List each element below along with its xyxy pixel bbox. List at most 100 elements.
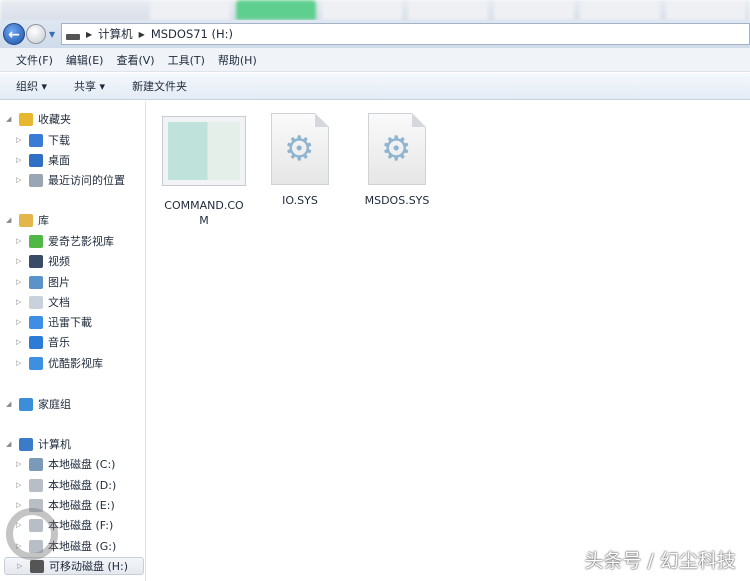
file-item[interactable]: ⚙ IO.SYS bbox=[252, 113, 348, 208]
expand-arrow-icon[interactable]: ▷ bbox=[16, 278, 24, 286]
sidebar-item-icon bbox=[29, 275, 43, 289]
recent-pages-dropdown-icon[interactable]: ▼ bbox=[49, 30, 55, 39]
sidebar-item-label: 优酷影视库 bbox=[48, 357, 103, 370]
expand-arrow-icon[interactable]: ▷ bbox=[16, 318, 24, 326]
expand-arrow-icon[interactable]: ▷ bbox=[16, 298, 24, 306]
menu-file[interactable]: 文件(F) bbox=[16, 52, 53, 68]
menu-bar: 文件(F) 编辑(E) 查看(V) 工具(T) 帮助(H) bbox=[0, 48, 750, 72]
file-name: MSDOS.SYS bbox=[364, 194, 430, 207]
sidebar-item-label: 本地磁盘 (D:) bbox=[48, 479, 117, 492]
sidebar-item[interactable]: ◢ 家庭组 bbox=[6, 395, 71, 413]
sidebar-item-icon bbox=[19, 213, 33, 227]
watermark-text: 头条号 / 幻尘科技 bbox=[584, 550, 736, 572]
sidebar-item-icon bbox=[30, 559, 44, 573]
sidebar-item-label: 迅雷下載 bbox=[48, 316, 92, 329]
sidebar-item-label: 视频 bbox=[48, 255, 70, 268]
expand-arrow-icon[interactable]: ▷ bbox=[16, 257, 24, 265]
breadcrumb-computer[interactable]: 计算机 bbox=[98, 26, 133, 42]
sidebar-item[interactable]: ▷ 文档 bbox=[16, 293, 70, 311]
command-bar: 组织 ▾ 共享 ▾ 新建文件夹 bbox=[0, 73, 750, 100]
drive-icon bbox=[66, 34, 80, 40]
sidebar-item[interactable]: ▷ 本地磁盘 (D:) bbox=[16, 476, 116, 494]
menu-view[interactable]: 查看(V) bbox=[116, 52, 154, 68]
sidebar-item-icon bbox=[29, 335, 43, 349]
sidebar-item-label: 爱奇艺影视库 bbox=[48, 235, 114, 248]
sidebar-item-label: 收藏夹 bbox=[38, 113, 71, 126]
sidebar-item-icon bbox=[29, 295, 43, 309]
sidebar-item[interactable]: ▷ 桌面 bbox=[16, 151, 70, 169]
sidebar-item-label: 最近访问的位置 bbox=[48, 174, 125, 187]
sidebar-item[interactable]: ▷ 优酷影视库 bbox=[16, 354, 103, 372]
expand-arrow-icon[interactable]: ▷ bbox=[16, 176, 24, 184]
sidebar-item[interactable]: ▷ 视频 bbox=[16, 252, 70, 270]
sidebar-item-label: 计算机 bbox=[38, 438, 71, 451]
sidebar-item-icon bbox=[29, 478, 43, 492]
expand-arrow-icon[interactable]: ◢ bbox=[6, 400, 14, 408]
expand-arrow-icon[interactable]: ▷ bbox=[16, 338, 24, 346]
sidebar-item-label: 本地磁盘 (C:) bbox=[48, 458, 116, 471]
sidebar-item-label: 库 bbox=[38, 214, 49, 227]
menu-tools[interactable]: 工具(T) bbox=[168, 52, 205, 68]
sidebar-item-label: 本地磁盘 (E:) bbox=[48, 499, 115, 512]
share-button[interactable]: 共享 ▾ bbox=[74, 78, 105, 94]
sidebar-item-icon bbox=[29, 153, 43, 167]
expand-arrow-icon[interactable]: ◢ bbox=[6, 440, 14, 448]
sidebar-item-icon bbox=[29, 356, 43, 370]
sidebar-item-label: 图片 bbox=[48, 276, 70, 289]
expand-arrow-icon[interactable]: ◢ bbox=[6, 115, 14, 123]
sidebar-item-icon bbox=[29, 234, 43, 248]
sidebar-item-label: 家庭组 bbox=[38, 398, 71, 411]
sidebar-item-icon bbox=[29, 173, 43, 187]
forward-button[interactable] bbox=[26, 24, 46, 44]
browser-tab-strip bbox=[0, 0, 750, 22]
sidebar-item-icon bbox=[29, 254, 43, 268]
sidebar-item[interactable]: ▷ 下载 bbox=[16, 131, 70, 149]
expand-arrow-icon[interactable]: ◢ bbox=[6, 216, 14, 224]
sidebar-item[interactable]: ◢ 计算机 bbox=[6, 435, 71, 453]
file-name: COMMAND.COM bbox=[164, 199, 244, 227]
new-folder-button[interactable]: 新建文件夹 bbox=[132, 78, 187, 94]
navigation-bar: ← ▼ ▶ 计算机 ▶ MSDOS71 (H:) bbox=[0, 20, 750, 48]
file-item[interactable]: COMMAND.COM bbox=[156, 116, 252, 228]
sidebar-item[interactable]: ▷ 本地磁盘 (C:) bbox=[16, 455, 115, 473]
expand-arrow-icon[interactable]: ▷ bbox=[16, 156, 24, 164]
sidebar-item[interactable]: ▷ 最近访问的位置 bbox=[16, 171, 125, 189]
sidebar-item[interactable]: ▷ 图片 bbox=[16, 273, 70, 291]
chevron-right-icon[interactable]: ▶ bbox=[139, 30, 145, 39]
sidebar-item-icon bbox=[19, 437, 33, 451]
expand-arrow-icon[interactable]: ▷ bbox=[17, 562, 25, 570]
expand-arrow-icon[interactable]: ▷ bbox=[16, 359, 24, 367]
expand-arrow-icon[interactable]: ▷ bbox=[16, 136, 24, 144]
system-file-gear-icon: ⚙ bbox=[368, 113, 426, 185]
sidebar-item-label: 本地磁盘 (G:) bbox=[48, 540, 117, 553]
menu-help[interactable]: 帮助(H) bbox=[218, 52, 257, 68]
watermark-logo bbox=[6, 508, 58, 560]
sidebar-item-label: 文档 bbox=[48, 296, 70, 309]
sidebar-item[interactable]: ▷ 可移动磁盘 (H:) bbox=[4, 557, 144, 575]
expand-arrow-icon[interactable]: ▷ bbox=[16, 501, 24, 509]
sidebar-item-label: 音乐 bbox=[48, 336, 70, 349]
expand-arrow-icon[interactable]: ▷ bbox=[16, 460, 24, 468]
application-icon bbox=[162, 116, 246, 186]
expand-arrow-icon[interactable]: ▷ bbox=[16, 481, 24, 489]
sidebar-item-icon bbox=[29, 315, 43, 329]
system-file-gear-icon: ⚙ bbox=[271, 113, 329, 185]
expand-arrow-icon[interactable]: ▷ bbox=[16, 237, 24, 245]
address-bar[interactable]: ▶ 计算机 ▶ MSDOS71 (H:) bbox=[61, 23, 750, 45]
breadcrumb-drive[interactable]: MSDOS71 (H:) bbox=[151, 27, 233, 41]
organize-button[interactable]: 组织 ▾ bbox=[16, 78, 47, 94]
back-button[interactable]: ← bbox=[3, 23, 25, 45]
sidebar-item[interactable]: ◢ 收藏夹 bbox=[6, 110, 71, 128]
sidebar-item[interactable]: ◢ 库 bbox=[6, 211, 49, 229]
file-item[interactable]: ⚙ MSDOS.SYS bbox=[349, 113, 445, 208]
menu-edit[interactable]: 编辑(E) bbox=[66, 52, 104, 68]
sidebar-item-icon bbox=[29, 133, 43, 147]
chevron-right-icon[interactable]: ▶ bbox=[86, 30, 92, 39]
sidebar-item[interactable]: ▷ 迅雷下載 bbox=[16, 313, 92, 331]
sidebar-item[interactable]: ▷ 爱奇艺影视库 bbox=[16, 232, 114, 250]
sidebar-item-icon bbox=[19, 112, 33, 126]
sidebar-item-label: 可移动磁盘 (H:) bbox=[49, 560, 129, 573]
sidebar-item[interactable]: ▷ 音乐 bbox=[16, 333, 70, 351]
sidebar-item-label: 桌面 bbox=[48, 154, 70, 167]
sidebar-item-icon bbox=[19, 397, 33, 411]
